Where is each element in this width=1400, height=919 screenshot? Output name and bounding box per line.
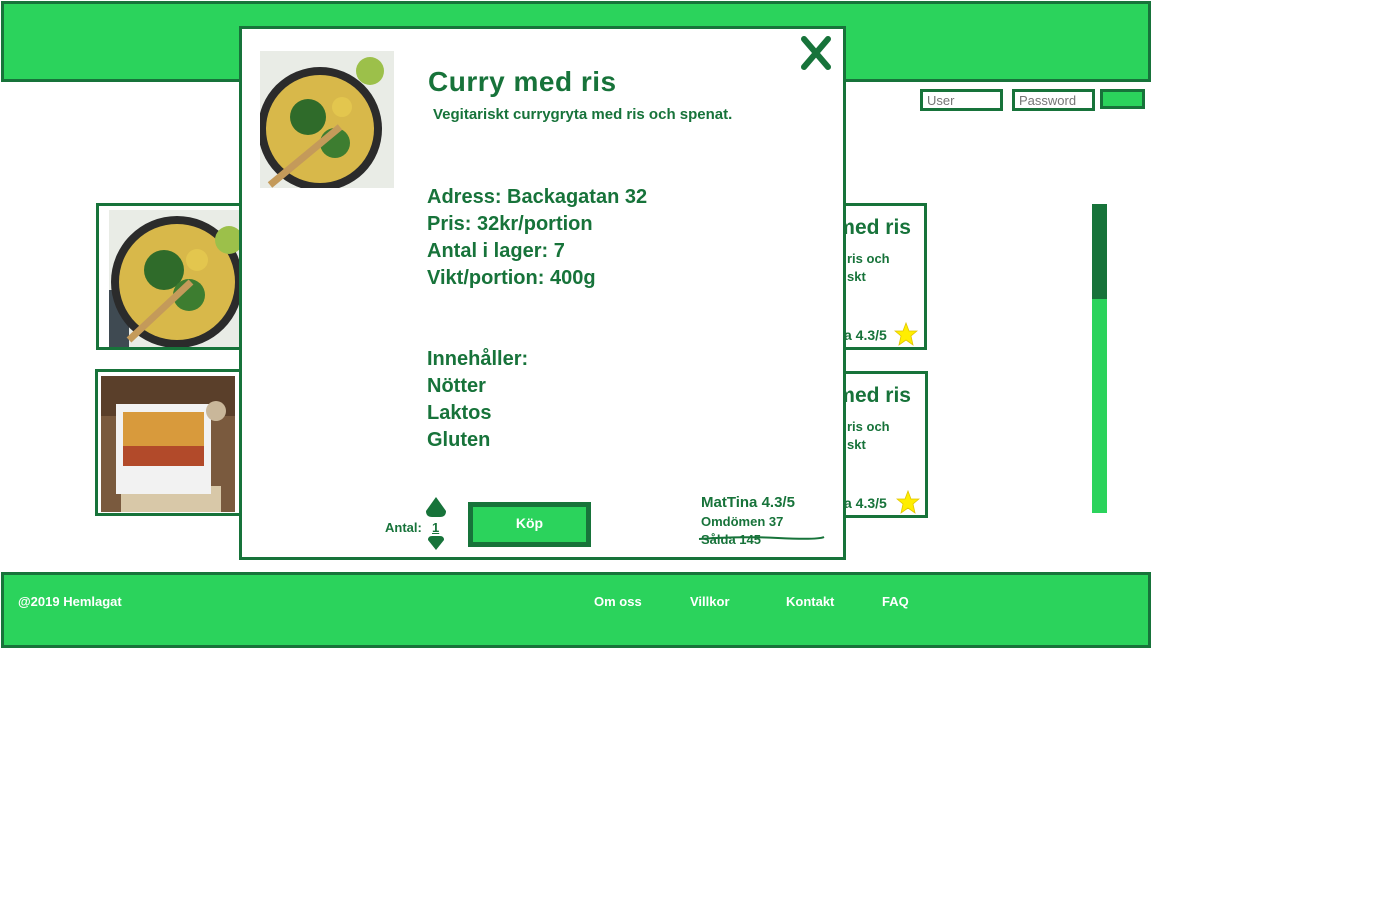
contains-label: Innehåller: [427,348,529,370]
user-input[interactable] [920,89,1003,111]
reviews-link[interactable]: Omdömen 37 [701,514,783,529]
card-rating: a 4.3/5 [844,495,887,511]
card-desc-line1: ris och [847,419,890,434]
allergen-item: Laktos [427,402,492,424]
password-input[interactable] [1012,89,1095,111]
footer-copyright: @2019 Hemlagat [18,594,122,609]
footer-link-faq[interactable]: FAQ [882,594,909,609]
price-text: Pris: 32kr/portion [427,213,593,235]
buy-button[interactable]: Köp [468,502,591,547]
sold-count: Sålda 145 [701,532,761,547]
product-card-left-1[interactable] [96,203,249,350]
buy-button-label: Köp [473,507,586,542]
scrollbar-thumb[interactable] [1092,204,1107,299]
quantity-down-icon[interactable] [427,535,445,551]
footer-link-about[interactable]: Om oss [594,594,642,609]
footer-bar [1,572,1151,648]
login-button[interactable] [1100,89,1145,109]
footer-link-contact[interactable]: Kontakt [786,594,834,609]
allergen-item: Nötter [427,375,486,397]
close-icon[interactable] [800,35,832,71]
weight-text: Vikt/portion: 400g [427,267,596,289]
quantity-label: Antal: [385,520,422,535]
address-text: Adress: Backagatan 32 [427,186,648,208]
star-icon [893,321,919,346]
allergen-item: Gluten [427,429,491,451]
card-desc-line1: ris och [847,251,890,266]
footer-link-terms[interactable]: Villkor [690,594,730,609]
card-desc-line2: skt [847,269,866,284]
lasagne-image [101,376,235,512]
seller-rating[interactable]: MatTina 4.3/5 [701,494,795,511]
card-rating: a 4.3/5 [844,327,887,343]
modal-product-image [260,51,394,188]
curry-image [109,210,249,347]
modal-description: Vegitariskt currygryta med ris och spena… [433,106,733,123]
card-desc-line2: skt [847,437,866,452]
stock-text: Antal i lager: 7 [427,240,565,262]
star-icon [895,489,921,514]
quantity-value: 1 [432,520,440,535]
modal-title: Curry med ris [428,66,617,97]
quantity-up-icon[interactable] [425,496,447,518]
product-card-left-2[interactable] [95,369,246,516]
